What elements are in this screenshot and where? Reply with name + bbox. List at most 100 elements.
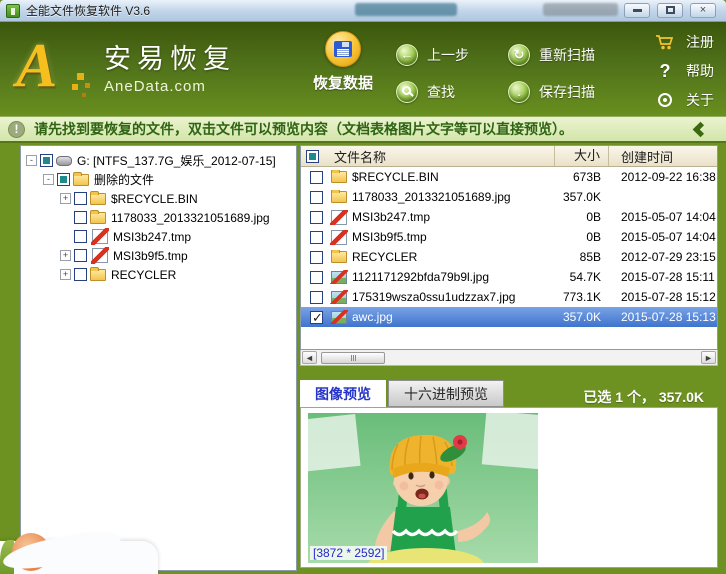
expand-icon[interactable]: + <box>60 269 71 280</box>
tree-item-label: 1178033_2013321051689.jpg <box>111 210 270 225</box>
file-name-cell: 1178033_2013321051689.jpg <box>301 190 555 204</box>
maximize-button[interactable] <box>657 3 683 18</box>
help-button[interactable]: ? 帮助 <box>655 59 715 83</box>
tree-item[interactable]: - G: [NTFS_137.7G_娱乐_2012-07-15] <box>23 151 294 170</box>
tree-item-label: 删除的文件 <box>94 173 155 187</box>
file-row[interactable]: $RECYCLE.BIN 673B 2012-09-22 16:38 <box>301 167 717 187</box>
save-disk-icon <box>325 31 361 67</box>
file-checkbox[interactable] <box>310 270 323 284</box>
file-size: 0B <box>586 230 601 244</box>
file-time: 2015-07-28 15:11 <box>621 270 715 284</box>
close-button[interactable]: × <box>690 3 716 18</box>
file-size: 357.0K <box>562 310 601 324</box>
tree-item[interactable]: - 删除的文件 <box>23 170 294 189</box>
file-size: 85B <box>579 250 601 264</box>
file-time: 2015-07-28 15:12 <box>621 290 716 304</box>
question-icon: ? <box>659 60 671 81</box>
expand-icon[interactable]: + <box>60 250 71 261</box>
select-all-checkbox[interactable] <box>306 149 319 163</box>
file-list: 文件名称 大小 创建时间 $RECYCLE.BIN 673B 2012-09-22 … <box>300 145 718 350</box>
file-time: 2012-07-29 23:15 <box>621 250 716 264</box>
save-scan-button[interactable]: ↓ 保存扫描 <box>508 73 658 110</box>
file-row[interactable]: awc.jpg 357.0K 2015-07-28 15:13 <box>301 307 717 327</box>
file-name: awc.jpg <box>352 310 393 324</box>
minimize-button[interactable] <box>624 3 650 18</box>
header-menu: 注册 ? 帮助 关于 <box>655 30 714 112</box>
tree-checkbox[interactable] <box>74 249 87 262</box>
folder-icon <box>90 190 106 205</box>
logo-a-icon: A <box>16 30 90 102</box>
file-checkbox[interactable] <box>310 250 323 264</box>
main-area: - G: [NTFS_137.7G_娱乐_2012-07-15] - 删除的文件 + $R… <box>0 143 726 574</box>
file-name: RECYCLER <box>352 250 418 264</box>
previous-step-button[interactable]: ← 上一步 <box>396 36 508 73</box>
file-row[interactable]: MSI3b247.tmp 0B 2015-05-07 14:04 <box>301 207 717 227</box>
collapse-icon[interactable]: - <box>43 174 54 185</box>
file-name: 1178033_2013321051689.jpg <box>352 190 511 204</box>
refresh-icon: ↻ <box>508 43 530 66</box>
file-checkbox[interactable] <box>310 190 323 204</box>
file-del-icon <box>330 209 348 225</box>
tree-checkbox[interactable] <box>74 192 87 205</box>
find-button[interactable]: 查找 <box>396 73 508 110</box>
header: A 安易恢复 AneData.com 恢复数据 ← 上一步 ↻ 重新扫描 查找 … <box>0 22 726 116</box>
column-header-name[interactable]: 文件名称 <box>334 147 386 166</box>
tree-item[interactable]: + $RECYCLE.BIN <box>23 189 294 208</box>
folder-icon <box>331 170 347 183</box>
file-checkbox[interactable] <box>310 170 323 184</box>
tree-checkbox[interactable] <box>74 230 87 243</box>
column-header-size[interactable]: 大小 <box>555 146 609 166</box>
file-time: 2012-09-22 16:38 <box>621 170 716 184</box>
tree-item-label: G: [NTFS_137.7G_娱乐_2012-07-15] <box>77 154 276 168</box>
selection-summary: 已选 1 个， 357.0K <box>583 389 704 405</box>
preview-image-baby[interactable] <box>308 413 538 563</box>
app-icon <box>6 3 20 18</box>
file-row[interactable]: 1178033_2013321051689.jpg 357.0K <box>301 187 717 207</box>
titlebar-glass-reflection <box>543 3 618 16</box>
register-button[interactable]: 注册 <box>655 30 714 54</box>
tree-item[interactable]: + MSI3b9f5.tmp <box>23 246 294 265</box>
file-checkbox[interactable] <box>310 230 323 244</box>
rescan-button[interactable]: ↻ 重新扫描 <box>508 36 658 73</box>
file-size: 0B <box>586 210 601 224</box>
file-name-cell: 1121171292bfda79b9l.jpg <box>301 270 555 284</box>
scroll-left-arrow[interactable]: ◄ <box>302 351 317 364</box>
collapse-icon[interactable]: - <box>26 155 37 166</box>
scrollbar-thumb[interactable] <box>321 351 385 364</box>
file-checkbox[interactable] <box>310 310 323 324</box>
app-logo: A 安易恢复 AneData.com <box>16 30 236 102</box>
file-row[interactable]: 1121171292bfda79b9l.jpg 54.7K 2015-07-28 1… <box>301 267 717 287</box>
tree-item[interactable]: MSI3b247.tmp <box>23 227 294 246</box>
tab-hex-preview[interactable]: 十六进制预览 <box>388 380 504 407</box>
tree-item-label: RECYCLER <box>111 267 177 282</box>
tree-checkbox[interactable] <box>74 211 87 224</box>
folder-icon <box>90 266 106 281</box>
image-dimensions-caption: [3872 * 2592] <box>310 546 388 560</box>
file-row[interactable]: MSI3b9f5.tmp 0B 2015-05-07 14:04 <box>301 227 717 247</box>
tree-checkbox[interactable] <box>40 154 53 167</box>
tree-checkbox[interactable] <box>57 173 70 186</box>
horizontal-scrollbar[interactable]: ◄ ► <box>300 350 718 366</box>
chevron-left-icon <box>692 121 709 137</box>
folder-tree: - G: [NTFS_137.7G_娱乐_2012-07-15] - 删除的文件 + $R… <box>20 145 297 571</box>
file-name-cell: MSI3b9f5.tmp <box>301 229 555 245</box>
tree-checkbox[interactable] <box>74 268 87 281</box>
file-name-cell: MSI3b247.tmp <box>301 209 555 225</box>
file-del-icon <box>91 228 109 245</box>
file-checkbox[interactable] <box>310 210 323 224</box>
file-row[interactable]: RECYCLER 85B 2012-07-29 23:15 <box>301 247 717 267</box>
file-checkbox[interactable] <box>310 290 323 304</box>
recover-data-button[interactable]: 恢复数据 <box>306 31 380 93</box>
about-button[interactable]: 关于 <box>655 88 714 112</box>
file-row[interactable]: 175319wsza0ssu1udzzax7.jpg 773.1K 2015-07-… <box>301 287 717 307</box>
logo-site: AneData.com <box>104 78 206 95</box>
cart-icon <box>655 34 675 50</box>
file-name: $RECYCLE.BIN <box>352 170 439 184</box>
expand-icon[interactable]: + <box>60 193 71 204</box>
file-del-icon <box>330 229 348 245</box>
tree-item[interactable]: + RECYCLER <box>23 265 294 284</box>
column-header-time[interactable]: 创建时间 <box>609 147 717 166</box>
tree-item[interactable]: 1178033_2013321051689.jpg <box>23 208 294 227</box>
tab-image-preview[interactable]: 图像预览 <box>300 380 386 407</box>
scroll-right-arrow[interactable]: ► <box>701 351 716 364</box>
